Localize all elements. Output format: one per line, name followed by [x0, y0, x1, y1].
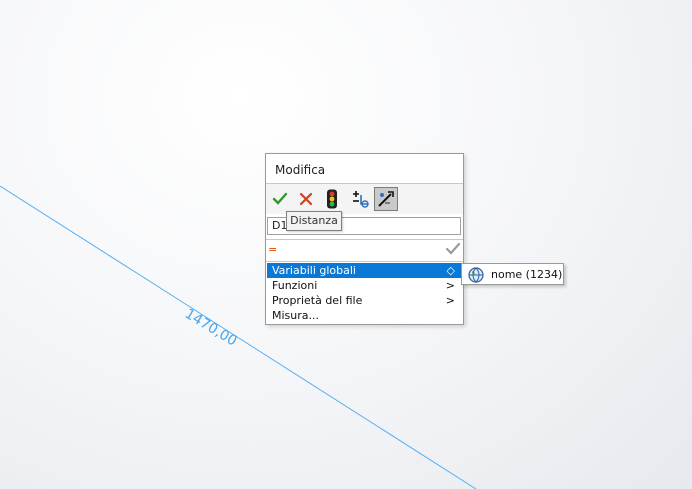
cancel-button[interactable] [294, 187, 318, 211]
dialog-toolbar [266, 183, 463, 214]
menu-item-measure[interactable]: Misura... [267, 308, 461, 323]
menu-item-file-properties[interactable]: Proprietà del file > [267, 293, 461, 308]
dimension-marker-icon [378, 191, 394, 207]
close-icon [299, 192, 313, 206]
menu-item-label: Variabili globali [272, 264, 356, 277]
tooltip: Distanza [286, 211, 342, 231]
value-input[interactable]: = [266, 239, 463, 260]
accept-value-icon[interactable] [445, 241, 461, 257]
globe-icon [468, 267, 484, 283]
menu-item-label: Misura... [272, 309, 320, 322]
mark-dimension-button[interactable] [374, 187, 398, 211]
menu-item-label: Funzioni [272, 279, 318, 292]
menu-item-global-variables[interactable]: Variabili globali ◇ [267, 263, 461, 278]
reverse-dimension-button[interactable] [348, 187, 372, 211]
menu-item-functions[interactable]: Funzioni > [267, 278, 461, 293]
value-input-text: = [268, 243, 278, 256]
checkmark-icon [272, 192, 288, 205]
submenu-arrow-icon: > [445, 294, 455, 307]
rebuild-button[interactable] [320, 187, 344, 211]
modify-dialog: Modifica D1 = Variabili globali ◇ Funzio… [265, 153, 464, 325]
traffic-light-icon [327, 189, 337, 209]
dialog-title: Modifica [275, 163, 326, 177]
global-variables-submenu: nome (1234) [461, 263, 564, 285]
insert-menu: Variabili globali ◇ Funzioni > Proprietà… [266, 261, 463, 324]
submenu-item-nome[interactable]: nome (1234) [491, 268, 562, 281]
reverse-dimension-icon [353, 191, 369, 208]
submenu-arrow-icon: > [445, 279, 455, 292]
submenu-arrow-icon: ◇ [446, 264, 455, 277]
ok-button[interactable] [268, 187, 292, 211]
menu-item-label: Proprietà del file [272, 294, 363, 307]
